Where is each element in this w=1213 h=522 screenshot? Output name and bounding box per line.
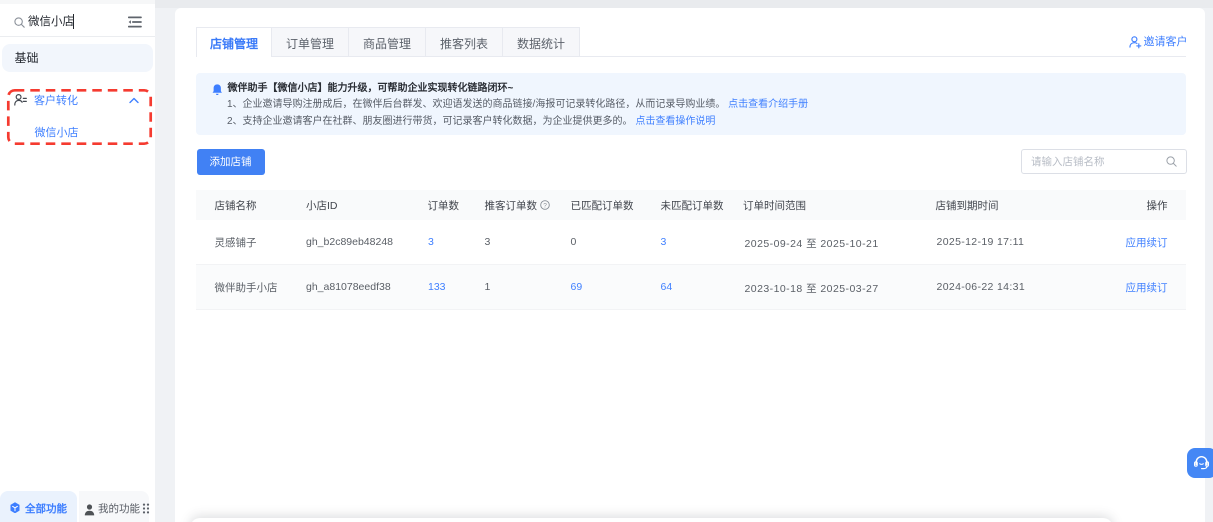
svg-text:?: ? <box>543 202 547 209</box>
